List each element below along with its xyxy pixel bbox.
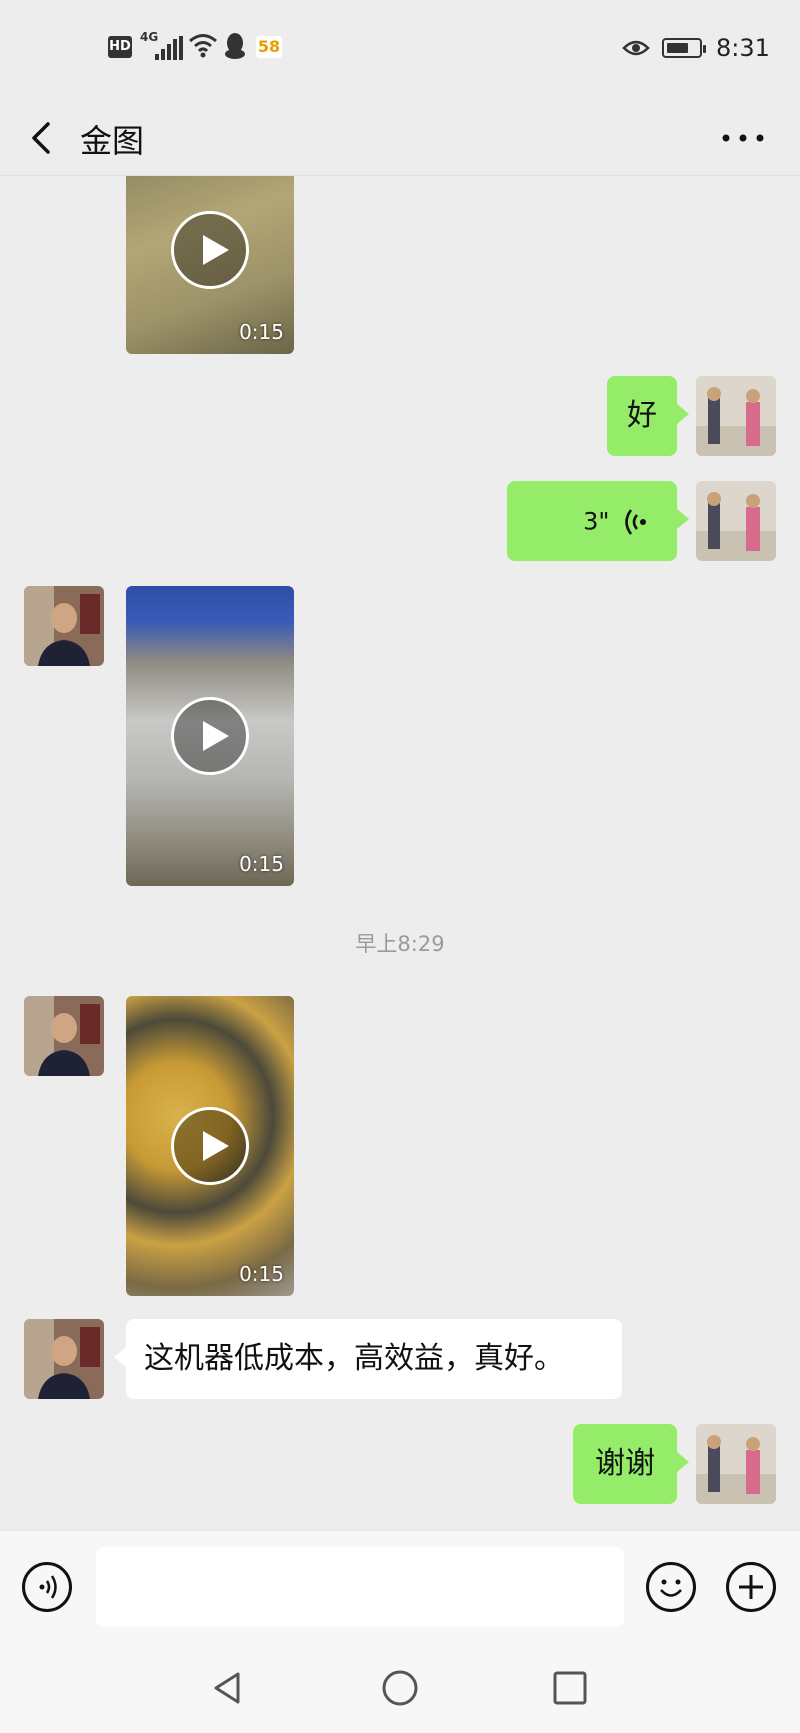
video-message[interactable]: 0:15 [126, 996, 294, 1296]
status-bar: HD 4G 58 8:31 [0, 0, 800, 100]
play-icon[interactable] [171, 697, 249, 775]
video-duration: 0:15 [239, 1262, 284, 1286]
signal-icon [155, 36, 185, 60]
back-arrow-icon[interactable] [22, 118, 62, 158]
contact-avatar[interactable] [24, 996, 104, 1076]
eye-comfort-icon [622, 40, 650, 56]
chat-title: 金图 [80, 122, 145, 160]
play-icon[interactable] [171, 211, 249, 289]
outgoing-message-bubble[interactable]: 好 [607, 376, 689, 456]
my-avatar[interactable] [696, 1424, 776, 1504]
app-58-badge: 58 [256, 36, 282, 58]
chat-header: 金图 [0, 100, 800, 176]
battery-icon [662, 38, 706, 58]
voice-duration: 3" [583, 507, 610, 536]
qq-penguin-icon [225, 33, 245, 59]
system-home-icon[interactable] [380, 1668, 420, 1708]
message-input[interactable] [96, 1547, 624, 1627]
more-options-icon[interactable] [718, 126, 768, 150]
more-functions-button[interactable] [726, 1562, 776, 1612]
voice-message-bubble[interactable]: 3" [507, 481, 689, 561]
emoji-icon [660, 1579, 682, 1597]
status-time: 8:31 [716, 34, 770, 62]
my-avatar[interactable] [696, 481, 776, 561]
contact-avatar[interactable] [24, 586, 104, 666]
hd-icon: HD [108, 36, 132, 58]
emoji-button[interactable] [646, 1562, 696, 1612]
video-message[interactable]: 0:15 [126, 176, 294, 354]
my-avatar[interactable] [696, 376, 776, 456]
input-bar [0, 1530, 800, 1650]
voice-input-button[interactable] [22, 1562, 72, 1612]
outgoing-message-bubble[interactable]: 谢谢 [573, 1424, 689, 1504]
voice-icon [39, 1575, 57, 1599]
message-list: 0:15 好 3" 0:15 早上8:29 0:15 这机器低成本，高效益，真好… [0, 176, 800, 1530]
message-timestamp: 早上8:29 [355, 932, 445, 956]
contact-avatar[interactable] [24, 1319, 104, 1399]
incoming-message-bubble[interactable]: 这机器低成本，高效益，真好。 [114, 1319, 622, 1399]
system-back-icon[interactable] [208, 1668, 248, 1708]
video-message[interactable]: 0:15 [126, 586, 294, 886]
system-navigation-bar [0, 1650, 800, 1733]
wifi-icon [189, 34, 217, 58]
video-duration: 0:15 [239, 320, 284, 344]
plus-icon [739, 1575, 763, 1599]
voice-wave-icon [625, 508, 646, 535]
play-icon[interactable] [171, 1107, 249, 1185]
system-recents-icon[interactable] [550, 1668, 590, 1708]
video-duration: 0:15 [239, 852, 284, 876]
